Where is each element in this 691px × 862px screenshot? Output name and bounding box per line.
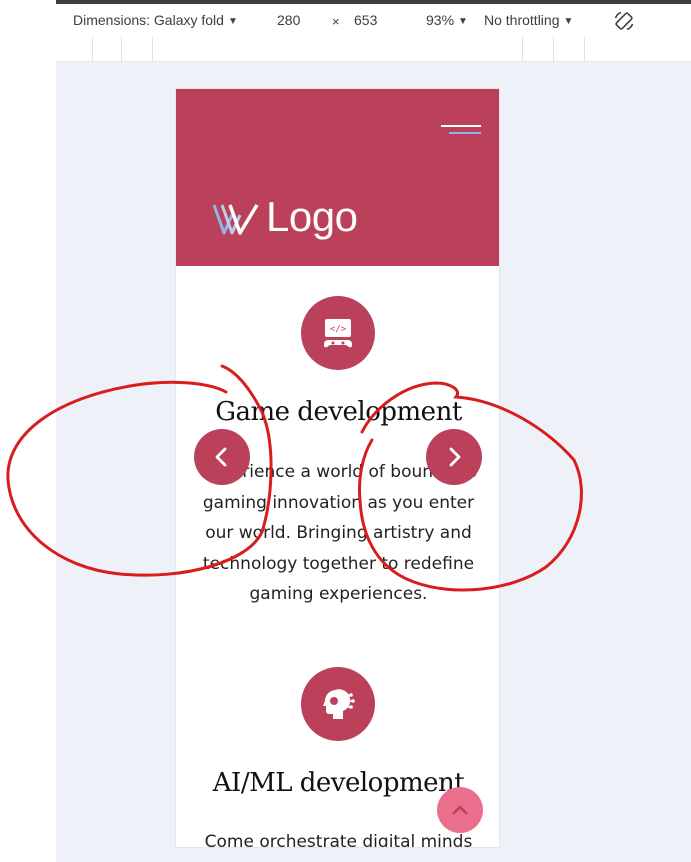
menu-bar xyxy=(449,132,481,134)
logo-text: Logo xyxy=(266,193,358,240)
ruler-marker xyxy=(553,37,554,61)
throttling-dropdown[interactable]: No throttling ▼ xyxy=(484,12,573,28)
dimensions-dropdown[interactable]: Dimensions: Galaxy fold ▼ xyxy=(73,12,238,28)
throttling-label: No throttling xyxy=(484,12,560,28)
device-frame: Logo </> Game development Experience a w… xyxy=(175,88,500,848)
zoom-label: 93% xyxy=(426,12,455,28)
chevron-up-icon xyxy=(452,805,468,815)
logo-mark-icon xyxy=(212,204,259,235)
ai-brain-circuit-icon xyxy=(301,667,375,741)
height-input[interactable]: 653 xyxy=(354,12,377,28)
caret-down-icon: ▼ xyxy=(227,16,238,27)
dimensions-label: Dimensions: Galaxy fold xyxy=(73,12,224,28)
caret-down-icon: ▼ xyxy=(458,16,468,27)
ruler-marker xyxy=(121,37,122,61)
service-description: Come orchestrate digital minds xyxy=(204,832,473,848)
zoom-dropdown[interactable]: 93% ▼ xyxy=(426,12,468,28)
menu-bar xyxy=(441,125,481,127)
ruler-marker xyxy=(522,37,523,61)
caret-down-icon: ▼ xyxy=(563,16,574,27)
width-input[interactable]: 280 xyxy=(277,12,300,28)
media-query-ruler xyxy=(56,37,691,62)
rotate-icon[interactable] xyxy=(612,9,636,33)
svg-text:</>: </> xyxy=(330,325,347,335)
service-title: Game development xyxy=(215,397,462,427)
scroll-to-top-button[interactable] xyxy=(437,787,483,833)
carousel-next-button[interactable] xyxy=(426,429,482,485)
carousel-prev-button[interactable] xyxy=(194,429,250,485)
ruler-marker xyxy=(92,37,93,61)
chevron-right-icon xyxy=(449,447,461,467)
game-controller-code-icon: </> xyxy=(301,296,375,370)
device-toolbar: Dimensions: Galaxy fold ▼ 280 × 653 93% ▼ … xyxy=(56,4,691,38)
hamburger-icon[interactable] xyxy=(441,125,481,139)
site-header: Logo xyxy=(176,89,499,266)
dimension-separator: × xyxy=(332,14,340,29)
chevron-left-icon xyxy=(215,447,227,467)
ruler-marker xyxy=(152,37,153,61)
ruler-marker xyxy=(584,37,585,61)
